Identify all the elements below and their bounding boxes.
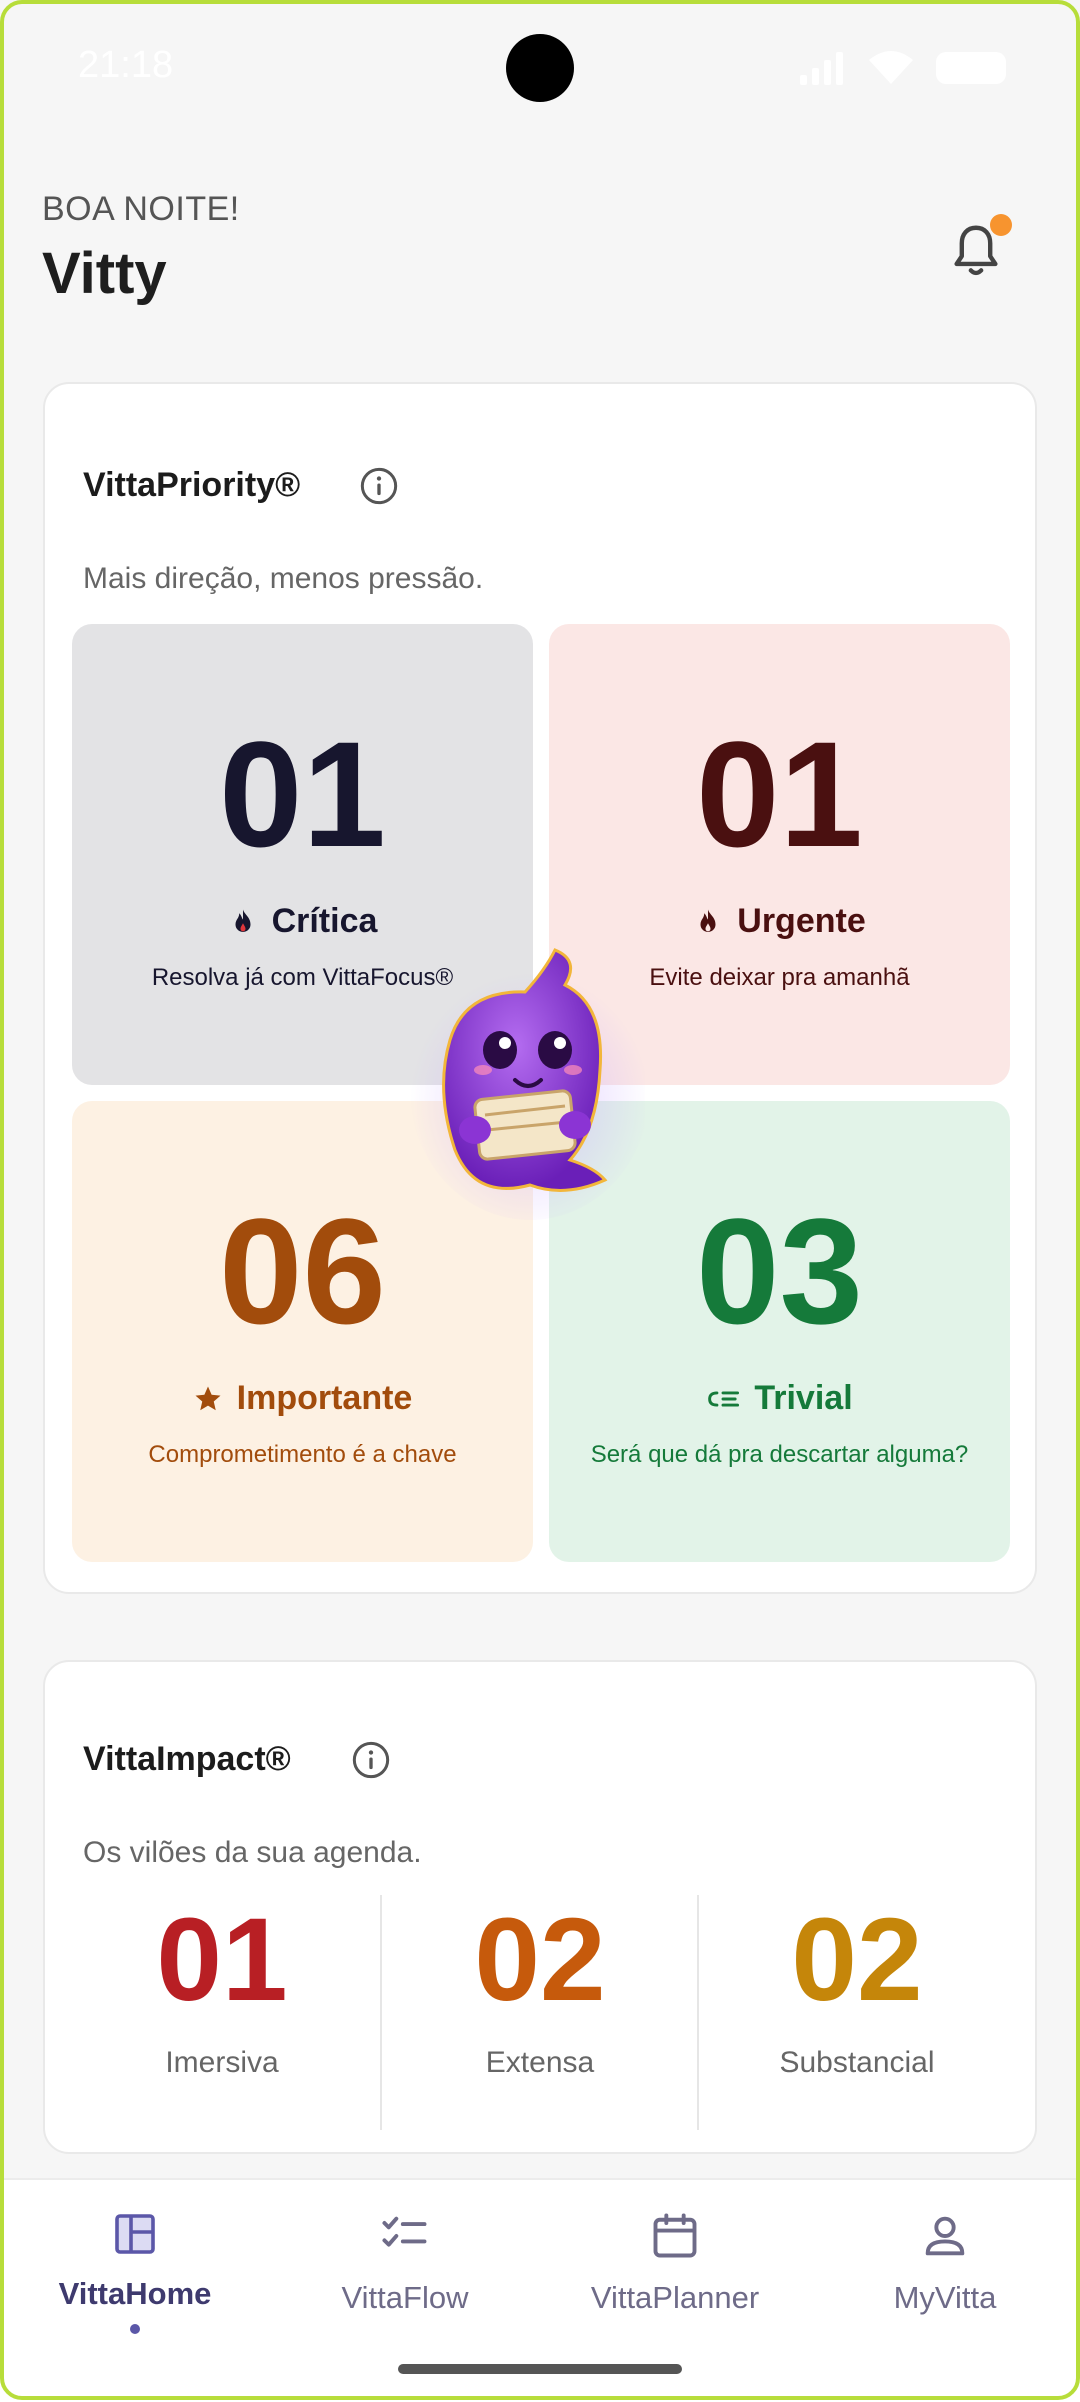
importante-label-row: Importante — [72, 1379, 533, 1418]
nav-vittaplanner-label: VittaPlanner — [590, 2280, 760, 2315]
critica-count: 01 — [219, 710, 386, 878]
status-icons — [798, 50, 1006, 86]
user-name: Vitty — [42, 241, 167, 306]
imersiva-label: Imersiva — [165, 2046, 279, 2079]
priority-title: VittaPriority® — [83, 466, 301, 504]
urgente-label: Urgente — [737, 902, 866, 940]
greeting-text: BOA NOITE! — [42, 190, 240, 228]
dashboard-icon — [115, 2214, 155, 2254]
nav-myvitta-label: MyVitta — [893, 2280, 997, 2315]
impact-subtitle: Os vilões da sua agenda. — [83, 1836, 422, 1869]
list-icon — [708, 1390, 740, 1407]
notification-badge — [990, 214, 1012, 236]
person-icon — [925, 2216, 965, 2256]
impact-item-extensa[interactable]: 02 Extensa — [385, 1900, 695, 2080]
impact-title: VittaImpact® — [83, 1740, 291, 1778]
info-icon[interactable] — [359, 466, 399, 506]
divider — [380, 1895, 382, 2130]
nav-myvitta[interactable]: MyVitta — [810, 2210, 1080, 2316]
camera-cutout — [506, 34, 574, 102]
extensa-label: Extensa — [485, 2046, 595, 2079]
imersiva-count: 01 — [156, 1894, 288, 2026]
divider — [697, 1895, 699, 2130]
importante-description: Comprometimento é a chave — [148, 1441, 457, 1468]
impact-item-substancial[interactable]: 02 Substancial — [702, 1900, 1012, 2080]
flame-icon — [700, 909, 716, 932]
calendar-icon — [653, 2213, 697, 2258]
status-time: 21:18 — [78, 44, 174, 86]
nav-vittaflow[interactable]: VittaFlow — [270, 2210, 540, 2316]
signal-icon — [800, 52, 843, 85]
home-indicator[interactable] — [398, 2364, 682, 2374]
battery-icon — [936, 52, 1006, 84]
priority-subtitle: Mais direção, menos pressão. — [83, 562, 484, 595]
star-icon — [195, 1386, 221, 1410]
urgente-count: 01 — [696, 710, 863, 878]
trivial-label-row: Trivial — [549, 1379, 1010, 1418]
info-icon[interactable] — [351, 1740, 391, 1780]
active-indicator — [130, 2324, 140, 2334]
trivial-description: Será que dá pra descartar alguma? — [590, 1441, 969, 1468]
importante-label: Importante — [236, 1379, 413, 1417]
wifi-icon — [869, 51, 913, 84]
mascot-image — [410, 948, 645, 1220]
trivial-label: Trivial — [754, 1379, 853, 1417]
impact-item-imersiva[interactable]: 01 Imersiva — [67, 1900, 377, 2080]
nav-vittaflow-label: VittaFlow — [341, 2280, 469, 2315]
nav-vittahome-label: VittaHome — [58, 2276, 212, 2311]
extensa-count: 02 — [474, 1894, 606, 2026]
status-bar: 21:18 — [0, 0, 1080, 130]
nav-vittahome[interactable]: VittaHome — [0, 2210, 270, 2334]
nav-vittaplanner[interactable]: VittaPlanner — [540, 2210, 810, 2316]
checklist-icon — [382, 2216, 427, 2247]
flame-icon — [235, 909, 251, 932]
critica-label: Crítica — [271, 902, 378, 940]
substancial-count: 02 — [791, 1894, 923, 2026]
substancial-label: Substancial — [779, 2046, 935, 2079]
